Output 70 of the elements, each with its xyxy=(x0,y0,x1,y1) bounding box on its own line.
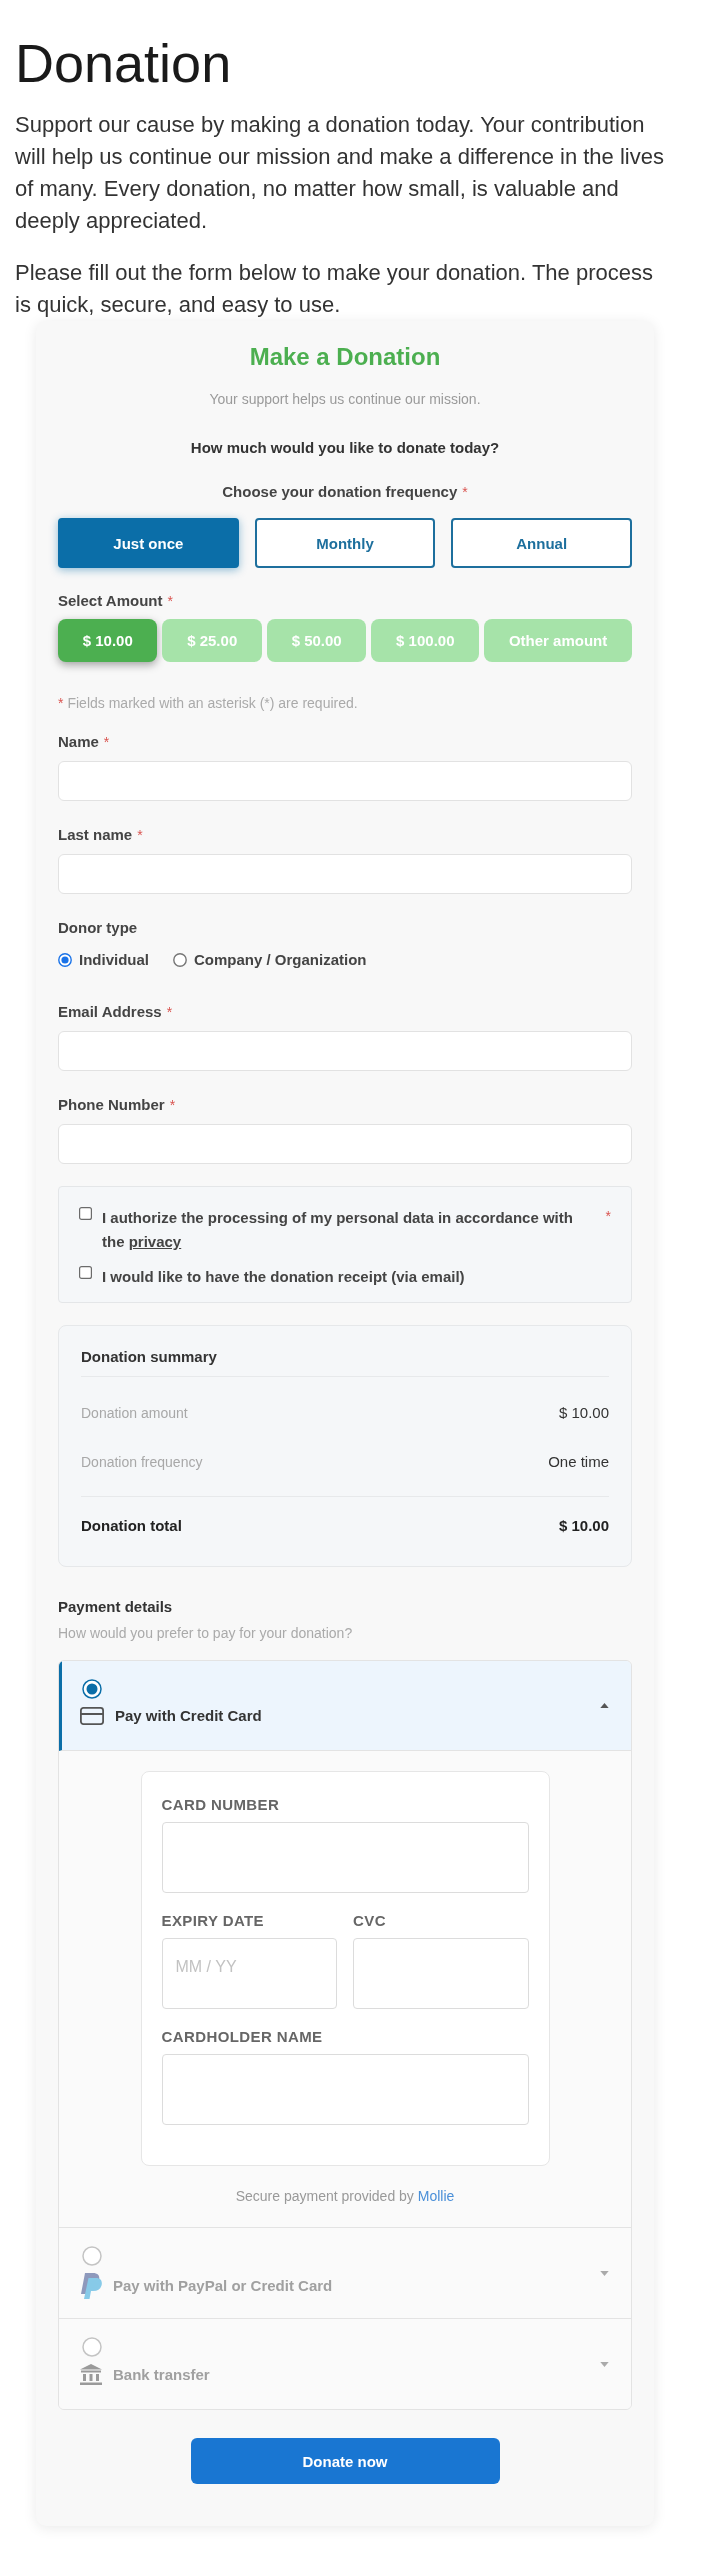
total-label: Donation total xyxy=(81,1516,182,1536)
payment-method-header[interactable]: Pay with Credit Card xyxy=(59,1661,631,1751)
radio-option[interactable]: Company / Organization xyxy=(173,950,367,970)
input-field[interactable] xyxy=(353,1938,529,2009)
card-field-label: CARD NUMBER xyxy=(161,1795,280,1815)
payment-title: Payment details xyxy=(58,1597,173,1617)
required-mark: * xyxy=(137,826,143,845)
radio-icon[interactable] xyxy=(82,2337,102,2357)
input-field[interactable] xyxy=(161,2054,529,2125)
credit-card-icon xyxy=(80,1707,104,1725)
privacy-link[interactable]: privacy xyxy=(128,1233,182,1250)
required-note: Fields marked with an asterisk (*) are required. xyxy=(67,694,358,713)
card-field-label: EXPIRY DATE xyxy=(161,1911,264,1931)
required-mark: * xyxy=(167,592,173,611)
summary-label: Donation frequency xyxy=(81,1453,203,1472)
required-mark: * xyxy=(169,1096,176,1115)
provider-link[interactable]: Mollie xyxy=(417,2188,455,2204)
frequency-option[interactable]: Just once xyxy=(58,518,239,568)
secure-payment-note: Secure payment provided by Mollie xyxy=(235,2187,455,2206)
donation-question: How much would you like to donate today? xyxy=(190,438,500,458)
field-label: Phone Number xyxy=(58,1095,165,1115)
donate-button[interactable]: Donate now xyxy=(190,2438,500,2484)
field-label: Donor type xyxy=(58,918,138,938)
checkbox-icon[interactable] xyxy=(79,1266,92,1279)
field-label: Last name xyxy=(58,825,133,845)
radio-option[interactable]: Individual xyxy=(58,950,149,970)
input-field[interactable] xyxy=(58,1124,632,1164)
required-mark: * xyxy=(462,483,468,502)
input-field[interactable] xyxy=(58,1031,632,1071)
amount-option[interactable]: $ 10.00 xyxy=(58,619,158,662)
frequency-option[interactable]: Annual xyxy=(451,518,632,568)
input-field[interactable] xyxy=(58,854,632,894)
payment-method-label: Pay with PayPal or Credit Card xyxy=(113,2276,333,2296)
checkbox-icon[interactable] xyxy=(79,1207,92,1220)
input-field[interactable] xyxy=(161,1822,529,1893)
field-label: Email Address xyxy=(58,1002,162,1022)
payment-method-label: Pay with Credit Card xyxy=(115,1706,262,1726)
page-title: Donation xyxy=(15,32,232,95)
caret-icon[interactable] xyxy=(600,1703,609,1708)
paypal-logo-icon xyxy=(80,2273,102,2299)
required-mark: * xyxy=(166,1003,173,1022)
intro-paragraph: Please fill out the form below to make your donation. The process is quick, secure, and easy to use. xyxy=(15,259,654,319)
card-field-label: CARDHOLDER NAME xyxy=(161,2027,323,2047)
radio-icon[interactable] xyxy=(173,953,187,967)
summary-value: $ 10.00 xyxy=(558,1403,609,1423)
consent-text: I authorize the processing of my personal data in accordance with the privacy xyxy=(102,1208,574,1252)
required-mark: * xyxy=(58,694,64,713)
field-label: Name xyxy=(58,732,99,752)
radio-icon[interactable] xyxy=(82,1679,102,1699)
form-subtitle: Your support helps us continue our mission. xyxy=(209,390,481,409)
required-mark: * xyxy=(605,1207,611,1226)
input-field[interactable] xyxy=(58,761,632,801)
consent-text: I would like to have the donation receipt (via email) xyxy=(102,1267,466,1287)
payment-subtitle: How would you prefer to pay for your donation? xyxy=(58,1624,353,1643)
frequency-option[interactable]: Monthly xyxy=(254,518,436,568)
total-value: $ 10.00 xyxy=(558,1516,609,1536)
summary-value: One time xyxy=(548,1452,609,1472)
payment-method-label: Bank transfer xyxy=(113,2365,210,2385)
form-title: Make a Donation xyxy=(249,342,441,372)
summary-label: Donation amount xyxy=(81,1404,188,1423)
card-field-label: CVC xyxy=(353,1911,386,1931)
summary-title: Donation summary xyxy=(81,1347,217,1367)
amount-label: Select Amount xyxy=(58,591,163,611)
radio-icon[interactable] xyxy=(82,2246,102,2266)
input-field[interactable]: MM / YY xyxy=(161,1938,337,2009)
required-mark: * xyxy=(103,733,110,752)
radio-icon[interactable] xyxy=(58,953,72,967)
intro-paragraph: Support our cause by making a donation today. Your contribution will help us continue our mission and make a difference in the lives of many. Every donation, no matter how small, is valuable and deeply appreciated. xyxy=(15,111,665,235)
bank-icon xyxy=(80,2364,102,2386)
frequency-label: Choose your donation frequency xyxy=(222,482,458,502)
